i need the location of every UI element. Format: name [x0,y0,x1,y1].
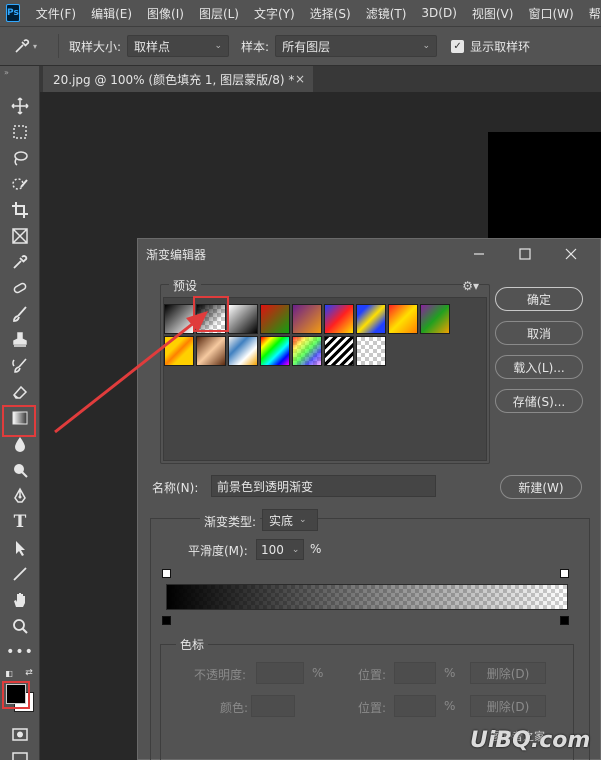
annotation-arrow [54,311,208,434]
watermark-label: UiBQ.com [470,728,591,753]
watermark-text: UiBQ.com [440,726,601,760]
